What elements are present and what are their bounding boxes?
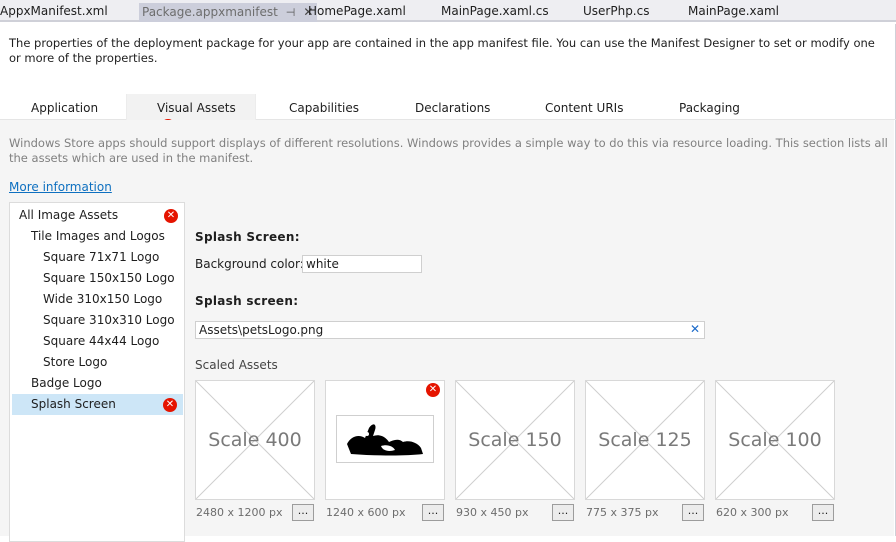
asset-size-label: 1240 x 600 px [326,506,406,519]
tree-item-tile-images[interactable]: Tile Images and Logos [10,226,184,247]
tree-item-label: Badge Logo [31,376,102,390]
asset-scale-label: Scale 400 [208,429,302,451]
browse-button[interactable]: ... [422,504,444,521]
clear-icon[interactable]: ✕ [690,323,700,336]
asset-size-label: 620 x 300 px [716,506,789,519]
browse-button[interactable]: ... [552,504,574,521]
tab-label: Content URIs [545,101,624,115]
tab-label: Packaging [679,101,740,115]
doc-tab-label: Package.appxmanifest [142,5,278,19]
pets-logo-icon [347,424,423,456]
asset-size-label: 2480 x 1200 px [196,506,283,519]
doc-tab-label: HomePage.xaml [308,4,406,18]
error-icon: ✕ [163,398,177,412]
tab-label: Application [31,101,99,115]
browse-button[interactable]: ... [682,504,704,521]
asset-scale-125[interactable]: Scale 125 [585,380,705,500]
asset-scale-150[interactable]: Scale 150 [455,380,575,500]
more-information-link[interactable]: More information [9,180,112,194]
tree-item-square-310[interactable]: Square 310x310 Logo [10,310,184,331]
doc-tab-label: AppxManifest.xml [0,4,108,18]
scaled-assets-title: Scaled Assets [195,358,278,372]
tab-declarations[interactable]: Declarations [415,101,490,115]
doc-tab-label: MainPage.xaml [688,4,779,18]
tree-item-label: Splash Screen [31,397,116,411]
asset-size-label: 930 x 450 px [456,506,529,519]
tree-item-all-image-assets[interactable]: All Image Assets ✕ [10,205,184,226]
splash-section-title: Splash Screen: [195,230,300,244]
tab-label: Visual Assets [157,101,236,115]
doc-tab-mainpage-cs[interactable]: MainPage.xaml.cs [441,4,549,21]
doc-tab-appxmanifest[interactable]: AppxManifest.xml [0,4,108,21]
doc-tab-label: UserPhp.cs [583,4,650,18]
tree-item-label: Square 310x310 Logo [43,313,175,327]
manifest-designer: The properties of the deployment package… [0,24,896,542]
tree-item-square-71[interactable]: Square 71x71 Logo [10,247,184,268]
pets-logo-image [336,415,434,463]
tree-item-square-44[interactable]: Square 44x44 Logo [10,331,184,352]
tree-item-label: All Image Assets [19,208,119,222]
splash-image-path-field[interactable]: Assets\petsLogo.png ✕ [195,321,705,339]
document-tab-strip: AppxManifest.xml Package.appxmanifest ⊣ ✕ … [0,0,896,22]
doc-tab-userphp[interactable]: UserPhp.cs [583,4,649,21]
tab-label: Capabilities [289,101,359,115]
tree-item-label: Wide 310x150 Logo [43,292,163,306]
background-color-label: Background color: [195,257,304,271]
tree-item-label: Square 71x71 Logo [43,250,160,264]
browse-button[interactable]: ... [812,504,834,521]
tree-item-square-150[interactable]: Square 150x150 Logo [10,268,184,289]
tab-packaging[interactable]: Packaging [679,101,740,115]
tree-item-label: Square 44x44 Logo [43,334,160,348]
doc-tab-mainpage-xaml[interactable]: MainPage.xaml [688,4,779,21]
doc-tab-package-appxmanifest[interactable]: Package.appxmanifest ⊣ ✕ [139,3,318,22]
tab-label: Declarations [415,101,491,115]
doc-tab-label: MainPage.xaml.cs [441,4,549,18]
tree-item-label: Tile Images and Logos [31,229,165,243]
error-icon: ✕ [164,209,178,223]
browse-button[interactable]: ... [292,504,314,521]
tree-item-badge-logo[interactable]: Badge Logo [10,373,184,394]
tab-content-uris[interactable]: Content URIs [545,101,623,115]
visual-assets-panel: Windows Store apps should support displa… [0,120,894,542]
tree-item-label: Store Logo [43,355,108,369]
asset-tree: All Image Assets ✕ Tile Images and Logos… [9,202,185,542]
pin-icon[interactable]: ⊣ [286,6,296,19]
tree-item-wide-310[interactable]: Wide 310x150 Logo [10,289,184,310]
tree-item-store-logo[interactable]: Store Logo [10,352,184,373]
manifest-tab-strip: Application Visual Assets ✕ Capabilities… [0,94,896,133]
tree-item-label: Square 150x150 Logo [43,271,175,285]
tab-visual-assets[interactable]: Visual Assets ✕ [126,94,256,133]
tree-item-splash-screen[interactable]: Splash Screen ✕ [12,394,183,415]
asset-scale-400[interactable]: Scale 400 [195,380,315,500]
tab-capabilities[interactable]: Capabilities [289,101,359,115]
doc-tab-homepage[interactable]: HomePage.xaml [308,4,406,21]
section-description: Windows Store apps should support displa… [9,136,888,165]
asset-scale-label: Scale 150 [468,429,562,451]
error-icon: ✕ [426,383,440,397]
tab-application[interactable]: Application [31,101,98,115]
asset-scale-label: Scale 125 [598,429,692,451]
intro-text: The properties of the deployment package… [9,36,875,65]
asset-scale-label: Scale 100 [728,429,822,451]
splash-image-path: Assets\petsLogo.png [199,323,324,337]
asset-size-label: 775 x 375 px [586,506,659,519]
asset-scale-200[interactable]: ✕ [325,380,445,500]
asset-scale-100[interactable]: Scale 100 [715,380,835,500]
splash-image-title: Splash screen: [195,294,299,308]
background-color-field[interactable]: white [302,255,422,273]
